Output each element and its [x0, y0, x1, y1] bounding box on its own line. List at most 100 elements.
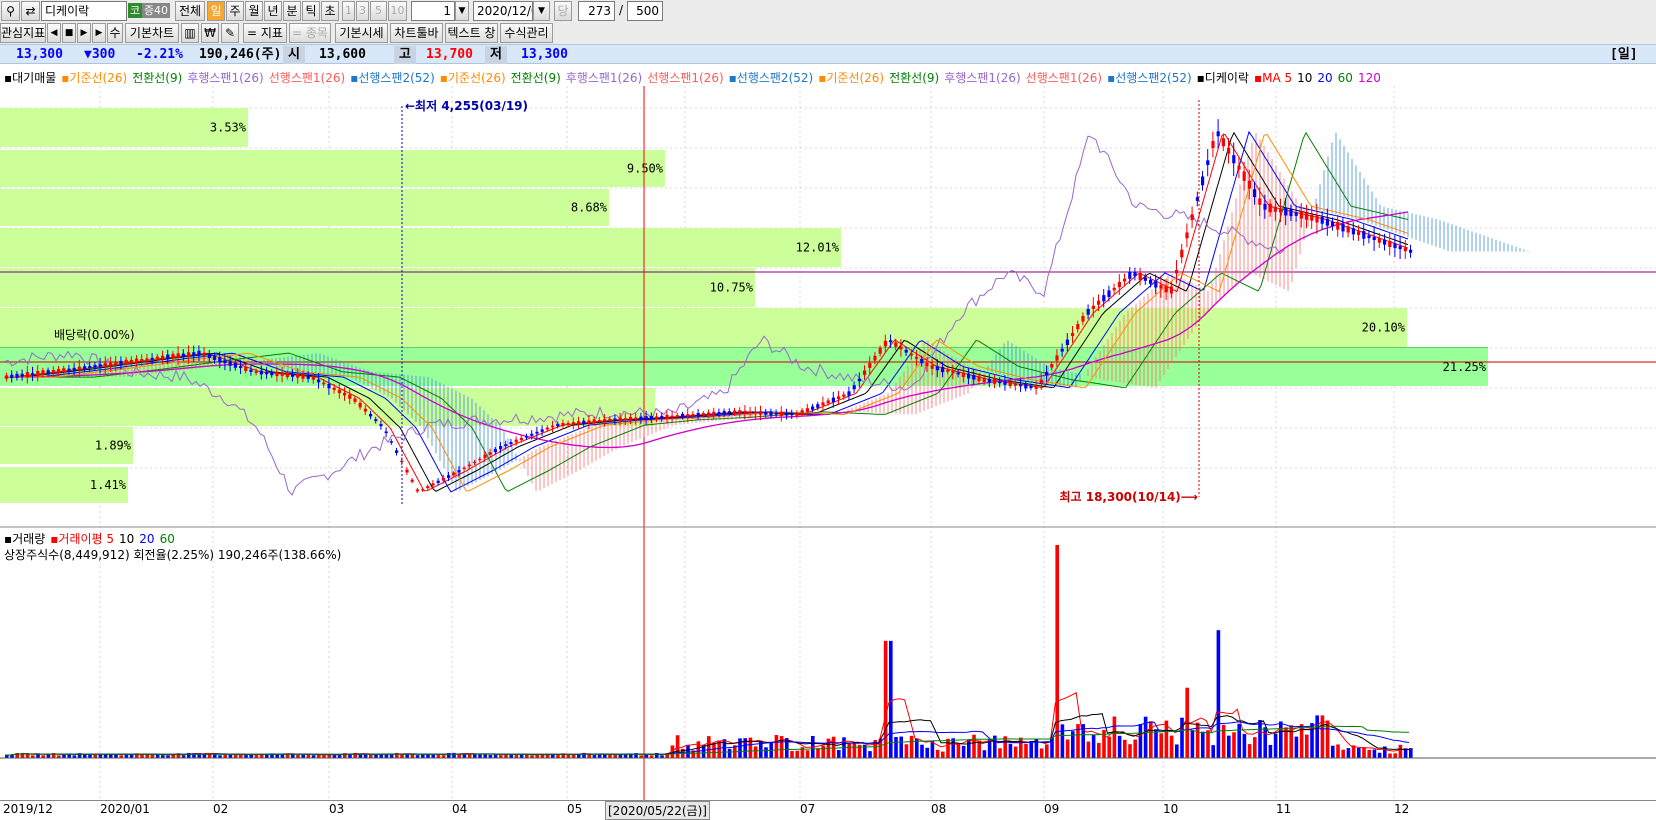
candle-body — [301, 373, 305, 379]
x-axis-label: 02 — [213, 802, 229, 816]
interval-button-2[interactable]: 5 — [370, 1, 387, 21]
basic-chart-button[interactable]: 기본차트 — [125, 23, 179, 43]
volume-bar — [816, 748, 820, 758]
volume-bar — [1331, 745, 1335, 758]
period-button-5[interactable]: 틱 — [302, 1, 320, 21]
interval-button-1[interactable]: 3 — [356, 1, 369, 21]
stock-name-input[interactable]: 디케이락 — [41, 1, 127, 21]
period-button-4[interactable]: 분 — [283, 1, 301, 21]
legend-entry-8: 후행스팬1(26) — [565, 71, 643, 85]
chart-toolbar-button[interactable]: 차트툴바 — [390, 23, 443, 43]
candle-body — [275, 371, 279, 377]
volume-legend: ▪거래량 ▪거래이평 5 10 20 60 — [4, 530, 180, 547]
volume-bar — [109, 754, 113, 758]
candle-body — [327, 383, 331, 389]
volume-bar — [837, 750, 841, 758]
candle-body — [1377, 237, 1381, 243]
candle-body — [36, 371, 40, 376]
suit-button[interactable]: 수 — [107, 23, 123, 43]
candle-body — [961, 372, 965, 377]
candle-body — [1133, 272, 1137, 277]
candle-body — [634, 417, 638, 420]
triangle-left-icon: ◀ — [50, 28, 58, 38]
candle-body — [478, 458, 482, 461]
candle-body — [748, 411, 752, 414]
legend-entry-4: 선행스팬1(26) — [268, 71, 346, 85]
period-button-0[interactable]: 일 — [207, 1, 225, 21]
candle-body — [93, 364, 97, 368]
search-button[interactable]: ⚲ — [1, 1, 20, 21]
candle-body — [119, 360, 123, 365]
count-input[interactable]: 273 — [578, 1, 615, 21]
period-button-2[interactable]: 월 — [245, 1, 263, 21]
ruler-icon: ▥ — [184, 26, 196, 40]
legend-entry-13: 후행스팬1(26) — [944, 71, 1021, 85]
volume-profile-bar — [0, 150, 665, 187]
volume-profile-bar-edge — [0, 347, 1488, 348]
interval-value-input[interactable]: 1 — [411, 1, 455, 21]
volume-bar — [1201, 731, 1205, 758]
period-button-3[interactable]: 년 — [264, 1, 282, 21]
ruler-button[interactable]: ▥ — [181, 23, 199, 43]
date-dropdown[interactable]: ▼ — [533, 1, 550, 21]
candle-body — [816, 404, 820, 408]
candle-body — [925, 362, 929, 366]
all-button[interactable]: 전체 — [175, 1, 205, 21]
candle-body — [1289, 209, 1293, 217]
candle-body — [899, 346, 903, 350]
tool-button[interactable]: ✎ — [221, 23, 239, 43]
stop-button[interactable]: ■ — [62, 23, 76, 43]
candle-body — [717, 411, 721, 415]
candle-body — [493, 449, 497, 452]
candle-body — [1346, 226, 1350, 233]
interval-dropdown[interactable]: ▼ — [455, 1, 469, 21]
legend-entry-15: ▪선행스팬2(52) — [1107, 71, 1192, 85]
formula-button[interactable]: 수식관리 — [500, 23, 553, 43]
price-chart[interactable]: 3.53%9.50%8.68%12.01%10.75%20.10%21.25%1… — [0, 64, 1656, 800]
volume-bar — [400, 754, 404, 758]
candle-body — [670, 415, 674, 418]
volume-bar — [1227, 735, 1231, 758]
legend-entry-20: 60 — [1337, 71, 1353, 85]
date-input[interactable]: 2020/12/05 — [473, 1, 533, 21]
legend-entry-18: 10 — [1297, 71, 1313, 85]
next-button[interactable]: ▶ — [92, 23, 106, 43]
candle-body — [774, 412, 778, 415]
refresh-button[interactable]: ⇄ — [21, 1, 40, 21]
candle-body — [868, 362, 872, 368]
text-window-button[interactable]: 텍스트 창 — [445, 23, 498, 43]
volume-bar — [384, 754, 389, 758]
volume-profile-label: 20.10% — [1362, 321, 1406, 335]
period-button-6[interactable]: 초 — [321, 1, 339, 21]
volume-bar — [967, 739, 971, 758]
legend-entry-6: ▪기준선(26) — [439, 71, 506, 85]
candle-body — [915, 356, 919, 359]
prev-button[interactable]: ◀ — [47, 23, 61, 43]
candle-body — [1320, 217, 1324, 224]
candle-body — [883, 340, 887, 347]
interval-button-0[interactable]: 1 — [342, 1, 355, 21]
chevron-down-icon: ▼ — [458, 6, 466, 16]
dang-button[interactable]: 당 — [554, 1, 572, 21]
candle-body — [31, 373, 35, 375]
period-button-1[interactable]: 주 — [226, 1, 244, 21]
interest-indicator-button[interactable]: 관심지표 — [0, 23, 46, 43]
candle-body — [1315, 215, 1319, 223]
total-input[interactable]: 500 — [627, 1, 663, 21]
candle-body — [1019, 384, 1023, 387]
basic-price-button[interactable]: 기본시세 — [335, 23, 388, 43]
volume-bar — [1045, 744, 1049, 758]
candle-body — [218, 357, 222, 363]
candle-body — [161, 355, 165, 360]
currency-button[interactable]: ₩ — [201, 23, 219, 43]
candle-body — [655, 416, 659, 419]
interval-button-3[interactable]: 10 — [388, 1, 407, 21]
candle-body — [977, 376, 981, 382]
indicator-button[interactable]: = 지표 — [243, 23, 287, 43]
play-button[interactable]: ▶ — [77, 23, 91, 43]
candle-body — [405, 469, 409, 473]
triangle-right-icon: ▶ — [95, 28, 103, 38]
item-button[interactable]: = 종목 — [289, 23, 331, 43]
legend-entry-11: ▪기준선(26) — [818, 71, 885, 85]
toolbar-row-1: ⚲ ⇄ 디케이락 코 증40 전체 일주월년분틱초 1 3 5 10 1 ▼ 2020… — [0, 0, 1656, 22]
